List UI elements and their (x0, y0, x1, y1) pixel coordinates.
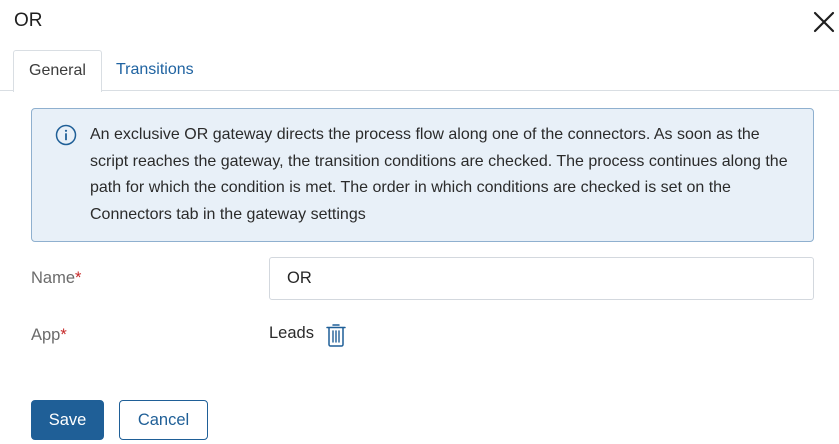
tab-general[interactable]: General (13, 50, 102, 92)
gateway-settings-dialog: OR General Transitions An exclusive OR g… (0, 0, 839, 444)
required-mark: * (75, 269, 82, 287)
app-label-text: App (31, 326, 61, 344)
required-mark: * (60, 326, 67, 344)
trash-icon (326, 324, 346, 347)
tab-bar: General Transitions (0, 50, 839, 92)
name-input[interactable] (269, 257, 814, 300)
tab-transitions[interactable]: Transitions (116, 50, 194, 91)
close-icon (813, 11, 835, 33)
cancel-button[interactable]: Cancel (119, 400, 208, 440)
delete-app-button[interactable] (325, 322, 347, 348)
name-label-text: Name (31, 269, 76, 287)
info-text: An exclusive OR gateway directs the proc… (90, 126, 788, 223)
dialog-title: OR (14, 10, 43, 31)
app-value: Leads (269, 324, 314, 342)
name-label: Name* (31, 269, 81, 288)
info-icon (55, 124, 77, 146)
info-banner: An exclusive OR gateway directs the proc… (31, 108, 814, 242)
save-button[interactable]: Save (31, 400, 104, 440)
close-button[interactable] (812, 10, 836, 34)
app-label: App* (31, 326, 67, 345)
